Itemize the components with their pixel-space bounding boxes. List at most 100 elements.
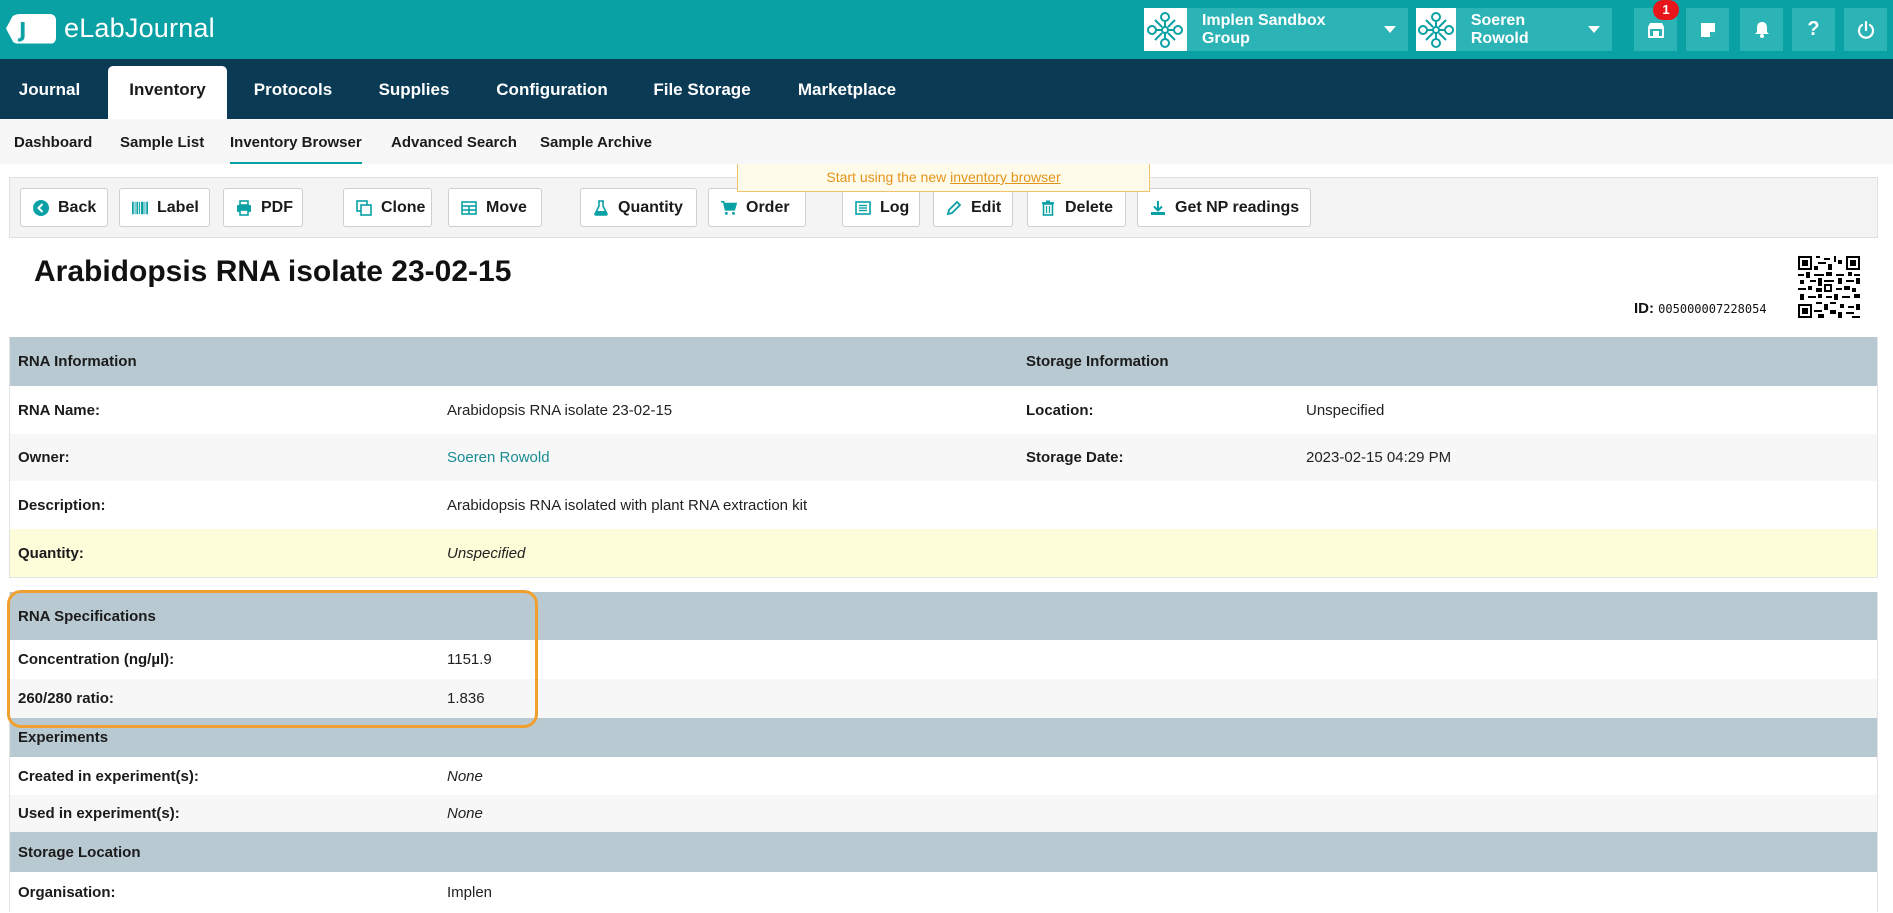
chevron-down-icon xyxy=(1384,26,1396,33)
group-network-icon xyxy=(1144,8,1187,51)
edit-button[interactable]: Edit xyxy=(933,188,1013,227)
organisation-label: Organisation: xyxy=(18,883,116,901)
ratio-value: 1.836 xyxy=(447,690,485,707)
download-icon xyxy=(1150,200,1166,216)
group-selector[interactable]: Implen Sandbox Group xyxy=(1144,8,1408,51)
back-button[interactable]: Back xyxy=(20,188,108,227)
subtab-dashboard[interactable]: Dashboard xyxy=(14,119,92,164)
notifications-button[interactable] xyxy=(1740,8,1783,51)
table-row: Created in experiment(s): None xyxy=(9,757,1878,795)
sub-nav: Dashboard Sample List Inventory Browser … xyxy=(0,119,1893,164)
rna-name-value: Arabidopsis RNA isolate 23-02-15 xyxy=(447,401,673,419)
banner-link[interactable]: inventory browser xyxy=(950,169,1061,185)
pdf-button[interactable]: PDF xyxy=(223,188,303,227)
subtab-inventory-browser[interactable]: Inventory Browser xyxy=(230,119,362,164)
get-np-readings-button[interactable]: Get NP readings xyxy=(1137,188,1311,227)
quantity-label: Quantity: xyxy=(18,544,84,562)
trash-icon xyxy=(1040,200,1056,216)
concentration-value: 1151.9 xyxy=(447,651,492,668)
tab-file-storage[interactable]: File Storage xyxy=(640,59,764,119)
subtab-advanced-search[interactable]: Advanced Search xyxy=(391,119,517,164)
ratio-label: 260/280 ratio: xyxy=(18,690,114,707)
notes-button[interactable] xyxy=(1686,8,1729,51)
move-button[interactable]: Move xyxy=(448,188,542,227)
storage-date-value: 2023-02-15 04:29 PM xyxy=(1306,449,1452,466)
subtab-sample-list[interactable]: Sample List xyxy=(120,119,204,164)
location-label: Location: xyxy=(1026,401,1094,419)
concentration-label: Concentration (ng/µl): xyxy=(18,651,175,668)
logo-badge: J xyxy=(6,13,56,44)
table-row: Owner: Soeren Rowold Storage Date: 2023-… xyxy=(9,434,1878,481)
storage-info-header: Storage Information xyxy=(1026,353,1169,370)
power-icon xyxy=(1857,20,1874,39)
tab-marketplace[interactable]: Marketplace xyxy=(780,59,914,119)
page-title: Arabidopsis RNA isolate 23-02-15 xyxy=(34,255,512,288)
label-button[interactable]: Label xyxy=(119,188,210,227)
sample-details: RNA Information Storage Information RNA … xyxy=(9,337,1878,912)
created-in-experiment-label: Created in experiment(s): xyxy=(18,767,199,785)
rna-info-header-row: RNA Information Storage Information xyxy=(9,337,1878,386)
sticky-note-icon xyxy=(1700,22,1715,37)
app-logo[interactable]: J eLabJournal xyxy=(6,13,215,44)
rna-name-label: RNA Name: xyxy=(18,401,100,419)
table-row: Used in experiment(s): None xyxy=(9,795,1878,832)
sample-id-label: ID: xyxy=(1634,300,1654,317)
banner-text: Start using the new xyxy=(826,169,951,185)
logout-button[interactable] xyxy=(1844,8,1887,51)
organisation-value: Implen xyxy=(447,883,493,901)
barcode-icon xyxy=(132,200,148,216)
subtab-sample-archive[interactable]: Sample Archive xyxy=(540,119,652,164)
help-button[interactable]: ? xyxy=(1792,8,1835,51)
qr-code-icon xyxy=(1798,256,1860,318)
rna-specs-header-row: RNA Specifications xyxy=(9,592,1878,640)
storage-location-header: Storage Location xyxy=(18,843,141,861)
pencil-icon xyxy=(946,200,962,216)
description-label: Description: xyxy=(18,496,106,514)
owner-label: Owner: xyxy=(18,449,70,466)
printer-icon xyxy=(236,199,252,216)
storage-location-header-row: Storage Location xyxy=(9,832,1878,872)
quantity-button[interactable]: Quantity xyxy=(580,188,697,227)
used-in-experiment-value: None xyxy=(447,805,483,822)
group-name: Implen Sandbox Group xyxy=(1201,11,1326,47)
tab-configuration[interactable]: Configuration xyxy=(478,59,626,119)
main-nav: Journal Inventory Protocols Supplies Con… xyxy=(0,59,1893,119)
tab-journal[interactable]: Journal xyxy=(0,59,99,119)
logo-text: eLabJournal xyxy=(64,13,215,43)
rna-info-header: RNA Information xyxy=(18,353,137,370)
tab-supplies[interactable]: Supplies xyxy=(362,59,466,119)
table-row: Description: Arabidopsis RNA isolated wi… xyxy=(9,481,1878,529)
experiments-header-row: Experiments xyxy=(9,718,1878,757)
flask-icon xyxy=(593,199,609,216)
new-browser-banner: Start using the new inventory browser xyxy=(737,164,1150,192)
store-icon xyxy=(1647,22,1664,38)
bell-icon xyxy=(1754,22,1769,38)
experiments-header: Experiments xyxy=(18,729,109,746)
list-icon xyxy=(855,200,871,216)
table-row: Organisation: Implen xyxy=(9,872,1878,912)
sample-id: ID: 005000007228054 xyxy=(1634,300,1767,317)
table-row: Quantity: Unspecified xyxy=(9,529,1878,578)
user-name: Soeren Rowold xyxy=(1470,11,1529,47)
clone-button[interactable]: Clone xyxy=(343,188,432,227)
order-button[interactable]: Order xyxy=(708,188,806,227)
help-icon: ? xyxy=(1807,18,1820,40)
chevron-down-icon xyxy=(1588,26,1600,33)
rna-specs-header: RNA Specifications xyxy=(18,607,156,625)
location-value: Unspecified xyxy=(1306,401,1385,419)
tab-inventory[interactable]: Inventory xyxy=(108,66,227,119)
log-button[interactable]: Log xyxy=(842,188,920,227)
user-menu[interactable]: Soeren Rowold xyxy=(1416,8,1612,51)
owner-link[interactable]: Soeren Rowold xyxy=(447,449,550,466)
cart-icon xyxy=(721,200,737,216)
table-row: 260/280 ratio: 1.836 xyxy=(9,679,1878,718)
top-bar: J eLabJournal Implen Sandbox Group Soere… xyxy=(0,0,1893,59)
quantity-value: Unspecified xyxy=(447,544,526,562)
back-arrow-icon xyxy=(33,199,49,216)
user-avatar-icon xyxy=(1416,8,1456,51)
tab-protocols[interactable]: Protocols xyxy=(236,59,350,119)
created-in-experiment-value: None xyxy=(447,767,483,785)
sample-id-value: 005000007228054 xyxy=(1658,302,1767,316)
delete-button[interactable]: Delete xyxy=(1027,188,1126,227)
notification-count-badge: 1 xyxy=(1653,0,1679,20)
